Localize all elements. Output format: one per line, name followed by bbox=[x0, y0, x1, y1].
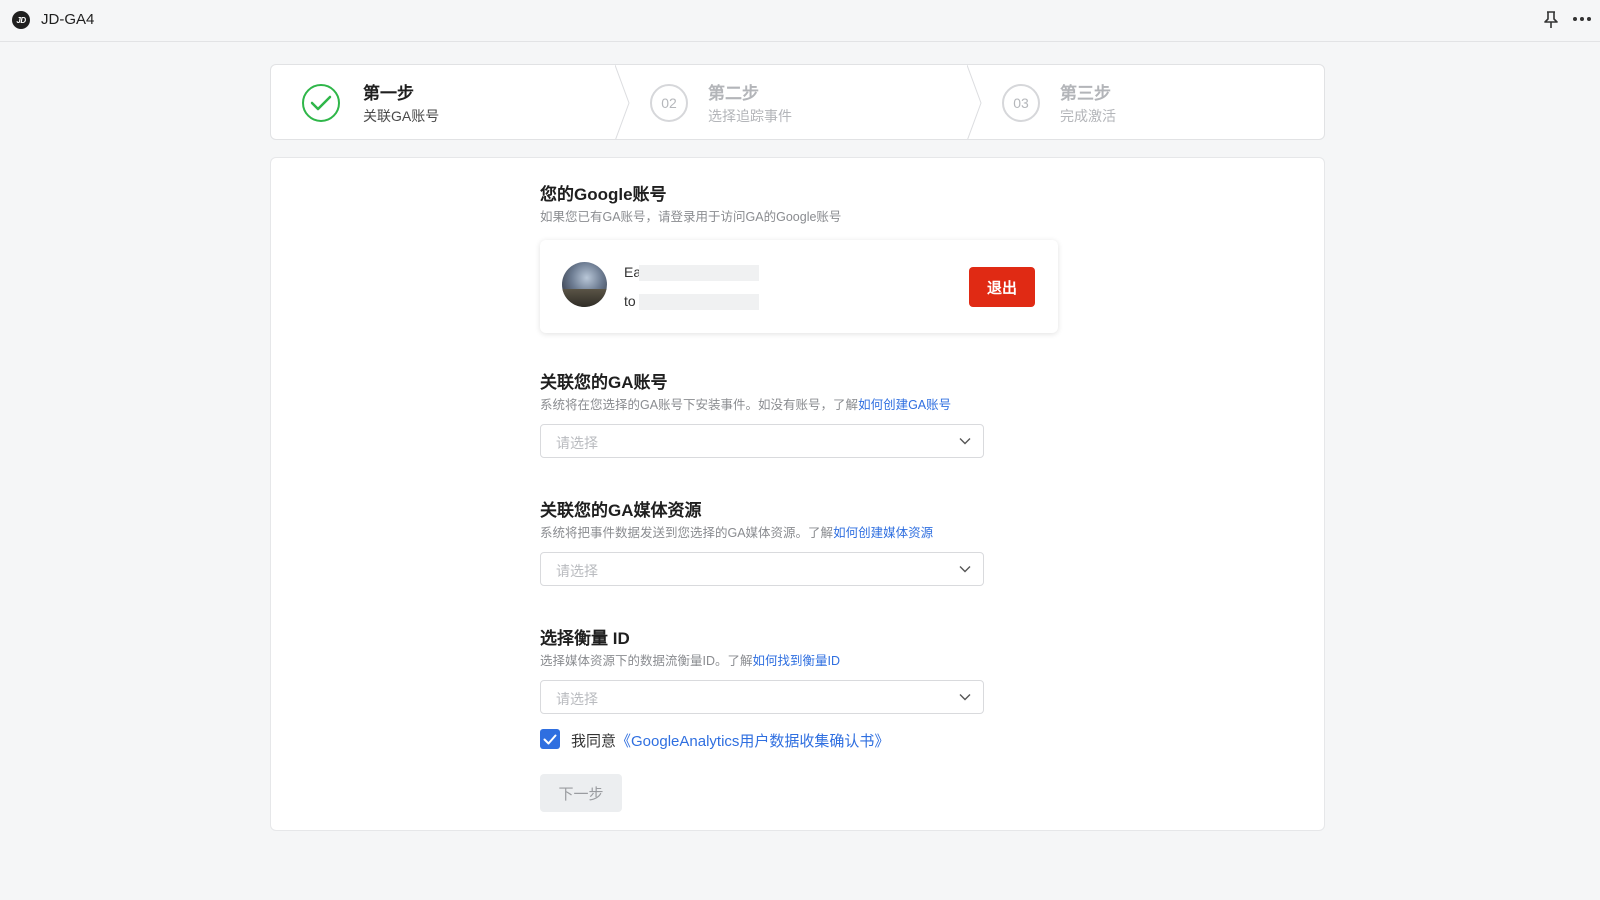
step-3-subtitle: 完成激活 bbox=[1060, 108, 1116, 124]
google-account-card: Ea to 退出 bbox=[540, 240, 1058, 333]
step-2-number: 02 bbox=[650, 84, 688, 122]
ga-property-select[interactable]: 请选择 bbox=[540, 552, 984, 586]
check-icon bbox=[543, 734, 557, 744]
google-account-desc: 如果您已有GA账号，请登录用于访问GA的Google账号 bbox=[540, 210, 842, 224]
logout-button[interactable]: 退出 bbox=[969, 267, 1035, 307]
measurement-id-title: 选择衡量 ID bbox=[540, 629, 630, 648]
create-ga-account-link[interactable]: 如何创建GA账号 bbox=[858, 398, 951, 412]
step-2: 02 第二步 选择追踪事件 bbox=[623, 65, 968, 139]
agreement-checkbox[interactable] bbox=[540, 729, 560, 749]
next-step-button[interactable]: 下一步 bbox=[540, 774, 622, 812]
agreement-link[interactable]: 《GoogleAnalytics用户数据收集确认书》 bbox=[616, 733, 889, 750]
create-property-link[interactable]: 如何创建媒体资源 bbox=[833, 526, 933, 540]
more-options-icon[interactable] bbox=[1573, 17, 1591, 23]
measurement-id-placeholder: 请选择 bbox=[556, 691, 598, 707]
avatar bbox=[562, 262, 607, 307]
account-email: to bbox=[624, 293, 636, 309]
step-3: 03 第三步 完成激活 bbox=[975, 65, 1320, 139]
step-2-title: 第二步 bbox=[708, 84, 759, 103]
google-account-title: 您的Google账号 bbox=[540, 185, 667, 204]
chevron-down-icon bbox=[959, 438, 971, 445]
jd-logo-icon: JD bbox=[12, 11, 30, 29]
ga-account-select[interactable]: 请选择 bbox=[540, 424, 984, 458]
chevron-down-icon bbox=[959, 694, 971, 701]
ga-account-placeholder: 请选择 bbox=[556, 435, 598, 451]
ga-account-desc-text: 系统将在您选择的GA账号下安装事件。如没有账号，了解 bbox=[540, 398, 859, 412]
account-name-redacted bbox=[639, 265, 759, 281]
ga-account-title: 关联您的GA账号 bbox=[540, 373, 668, 392]
step-1: 第一步 关联GA账号 bbox=[271, 65, 616, 139]
ga-property-desc-text: 系统将把事件数据发送到您选择的GA媒体资源。了解 bbox=[540, 526, 834, 540]
ga-property-desc: 系统将把事件数据发送到您选择的GA媒体资源。了解如何创建媒体资源 bbox=[540, 522, 933, 541]
agreement-label: 我同意 bbox=[571, 733, 617, 750]
check-circle-icon bbox=[302, 84, 340, 122]
app-title: JD-GA4 bbox=[41, 11, 95, 28]
chevron-down-icon bbox=[959, 566, 971, 573]
title-bar: JD JD-GA4 bbox=[0, 0, 1600, 42]
find-measurement-id-link[interactable]: 如何找到衡量ID bbox=[753, 654, 841, 668]
ga-property-title: 关联您的GA媒体资源 bbox=[540, 501, 702, 520]
pin-icon[interactable] bbox=[1542, 10, 1560, 30]
step-2-subtitle: 选择追踪事件 bbox=[708, 108, 792, 124]
step-3-title: 第三步 bbox=[1060, 84, 1111, 103]
ga-property-placeholder: 请选择 bbox=[556, 563, 598, 579]
step-1-title: 第一步 bbox=[363, 84, 414, 103]
step-indicator: 第一步 关联GA账号 02 第二步 选择追踪事件 03 第三步 完成激活 bbox=[270, 64, 1325, 140]
main-card: 您的Google账号 如果您已有GA账号，请登录用于访问GA的Google账号 … bbox=[270, 157, 1325, 831]
measurement-id-desc: 选择媒体资源下的数据流衡量ID。了解如何找到衡量ID bbox=[540, 650, 840, 669]
ga-account-desc: 系统将在您选择的GA账号下安装事件。如没有账号，了解如何创建GA账号 bbox=[540, 394, 951, 413]
step-1-subtitle: 关联GA账号 bbox=[363, 108, 440, 124]
agreement-text: 我同意《GoogleAnalytics用户数据收集确认书》 bbox=[571, 730, 889, 751]
measurement-id-desc-text: 选择媒体资源下的数据流衡量ID。了解 bbox=[540, 654, 753, 668]
step-3-number: 03 bbox=[1002, 84, 1040, 122]
account-email-redacted bbox=[639, 294, 759, 310]
measurement-id-select[interactable]: 请选择 bbox=[540, 680, 984, 714]
